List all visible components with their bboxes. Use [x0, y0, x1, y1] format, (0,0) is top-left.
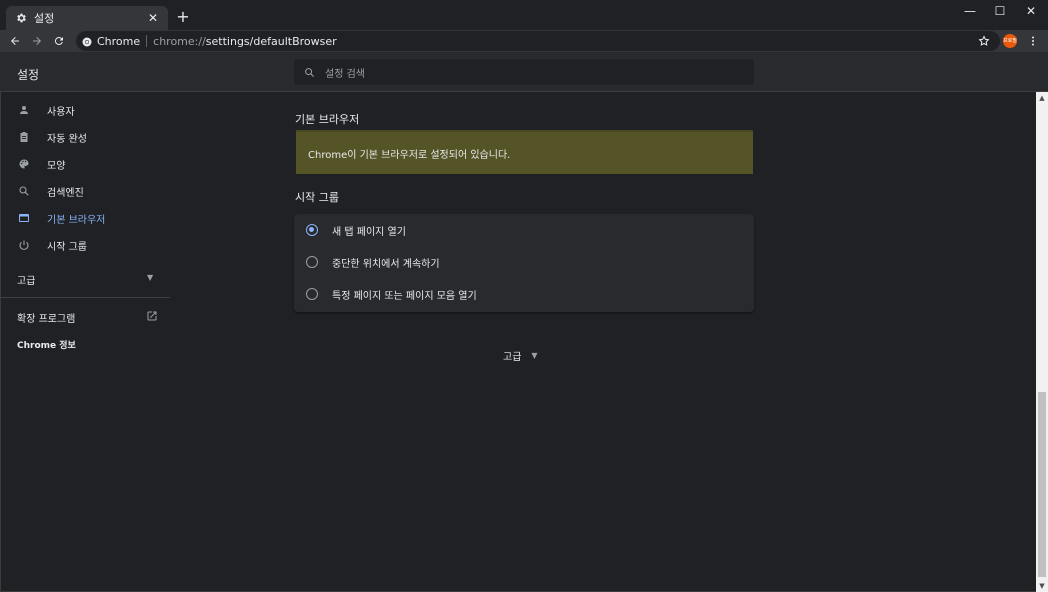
sidebar-item-label: 사용자 [47, 106, 75, 118]
sidebar-item-autofill[interactable]: 자동 완성 [0, 124, 170, 150]
sidebar-advanced-label: 고급 [17, 276, 36, 287]
url-scheme: chrome:// [153, 34, 206, 48]
omnibox-divider [146, 35, 148, 47]
advanced-label: 고급 [503, 352, 522, 363]
scrollbar-thumb[interactable] [1038, 392, 1046, 577]
sidebar-item-about-chrome[interactable]: Chrome 정보 [17, 338, 76, 351]
sidebar-item-people[interactable]: 사용자 [0, 97, 170, 123]
radio-label: 특정 페이지 또는 페이지 모음 열기 [332, 290, 477, 302]
sidebar-item-label: 기본 브라우저 [47, 214, 106, 226]
close-window-button[interactable]: ✕ [1021, 4, 1041, 18]
radio-button-selected[interactable] [306, 224, 318, 236]
startup-heading: 시작 그룹 [295, 191, 339, 204]
scrollbar[interactable]: ▲ ▼ [1036, 92, 1048, 592]
advanced-toggle-button[interactable]: 고급 ▼ [503, 348, 538, 363]
default-browser-status-banner: Chrome이 기본 브라우저로 설정되어 있습니다. [296, 130, 753, 174]
default-browser-heading: 기본 브라우저 [295, 113, 360, 126]
default-browser-status-text: Chrome이 기본 브라우저로 설정되어 있습니다. [308, 149, 511, 161]
sidebar-item-label: 시작 그룹 [47, 241, 87, 253]
minimize-button[interactable]: — [960, 4, 980, 18]
sidebar-extensions-label: 확장 프로그램 [17, 314, 76, 325]
power-icon [18, 239, 30, 251]
sidebar-item-extensions[interactable]: 확장 프로그램 [17, 310, 159, 325]
reload-icon[interactable] [51, 33, 67, 49]
forward-icon[interactable] [29, 33, 45, 49]
search-placeholder: 설정 검색 [325, 68, 365, 80]
clipboard-icon [18, 131, 30, 143]
sidebar-item-label: 모양 [47, 160, 66, 172]
radio-continue-where-left[interactable]: 중단한 위치에서 계속하기 [306, 247, 746, 277]
radio-button[interactable] [306, 256, 318, 268]
startup-options-card: 새 탭 페이지 열기 중단한 위치에서 계속하기 특정 페이지 또는 페이지 모… [294, 214, 754, 312]
sidebar-item-startup[interactable]: 시작 그룹 [0, 232, 170, 258]
gear-icon [14, 11, 28, 25]
maximize-button[interactable]: ☐ [990, 4, 1010, 18]
avatar[interactable]: 프로필 [1003, 34, 1017, 48]
scroll-down-arrow-icon[interactable]: ▼ [1036, 580, 1048, 592]
open-in-new-icon [146, 310, 158, 325]
back-icon[interactable] [7, 33, 23, 49]
close-tab-icon[interactable]: ✕ [146, 11, 160, 25]
sidebar-item-label: 검색엔진 [47, 187, 84, 199]
radio-open-new-tab[interactable]: 새 탭 페이지 열기 [306, 215, 746, 245]
title-bar: 설정 ✕ + — ☐ ✕ [0, 0, 1048, 30]
radio-label: 새 탭 페이지 열기 [332, 226, 406, 238]
new-tab-button[interactable]: + [175, 9, 191, 25]
url-path: settings/defaultBrowser [205, 34, 337, 48]
tab-title: 설정 [34, 12, 55, 25]
chrome-icon [82, 32, 92, 51]
radio-button[interactable] [306, 288, 318, 300]
scroll-up-arrow-icon[interactable]: ▲ [1036, 92, 1048, 104]
chevron-down-icon: ▼ [147, 273, 154, 282]
person-icon [18, 104, 30, 116]
address-bar[interactable]: Chrome chrome://settings/defaultBrowser [76, 31, 1000, 51]
star-icon[interactable] [976, 33, 992, 49]
search-icon [304, 63, 315, 82]
sidebar-advanced-toggle[interactable]: 고급 ▼ [17, 272, 157, 287]
menu-icon[interactable] [1025, 33, 1041, 49]
search-input[interactable]: 설정 검색 [294, 59, 754, 85]
sidebar-item-label: 자동 완성 [47, 133, 87, 145]
chevron-down-icon: ▼ [531, 351, 538, 360]
browser-icon [18, 212, 30, 224]
sidebar-item-search-engine[interactable]: 검색엔진 [0, 178, 170, 204]
site-name: Chrome [97, 34, 141, 48]
tab-settings[interactable]: 설정 ✕ [6, 6, 168, 30]
page-title: 설정 [17, 68, 40, 82]
radio-open-specific-pages[interactable]: 특정 페이지 또는 페이지 모음 열기 [306, 279, 746, 309]
palette-icon [18, 158, 30, 170]
toolbar: Chrome chrome://settings/defaultBrowser [0, 30, 1048, 52]
url-text: chrome://settings/defaultBrowser [153, 35, 337, 48]
radio-label: 중단한 위치에서 계속하기 [332, 258, 440, 270]
sidebar-item-appearance[interactable]: 모양 [0, 151, 170, 177]
sidebar-item-default-browser[interactable]: 기본 브라우저 [0, 205, 170, 231]
search-icon [18, 185, 30, 197]
settings-header: 설정 설정 검색 [0, 52, 1048, 92]
sidebar-divider [0, 297, 170, 298]
sidebar: 사용자 자동 완성 모양 검색엔진 기본 브라우저 시작 그룹 고급 ▼ 확장 … [0, 92, 170, 592]
